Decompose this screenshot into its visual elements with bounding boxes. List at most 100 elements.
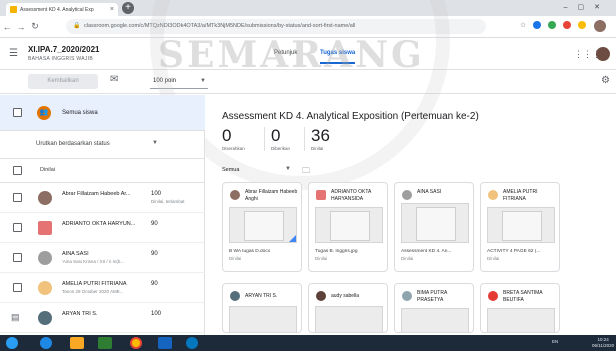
window-controls[interactable]: –▢✕ [564,3,610,11]
points-select[interactable]: 100 poin ▼ [150,74,208,89]
filter-select[interactable]: Semua ▼ 🗀 [222,164,342,178]
submission-card[interactable]: audy sabella [308,283,388,333]
word-icon[interactable] [158,337,172,349]
card-student-name: ADRIANTO OKTA HARYANSIDA [331,189,372,202]
language-indicator[interactable]: EN [552,339,558,344]
all-students-row[interactable]: 👥 Semua siswa [0,95,205,131]
submission-card[interactable]: AINA SASI Assessment KD 4. An... Dinilai [394,182,474,272]
student-status: Dinilai, terlambat [151,199,185,204]
forward-arrow-icon[interactable]: → [14,22,28,32]
student-name: ARYAN TRI S. [62,311,98,317]
file-thumbnail[interactable] [229,207,297,243]
student-row[interactable]: Abrar Fillaizam Habeeb Ar... 100 Dinilai… [0,183,205,213]
sort-dropdown[interactable]: Urutkan berdasarkan status ▼ [0,131,205,159]
submission-card[interactable]: BRETA SANTIMA BEUTIFA [480,283,560,333]
points-value: 100 poin [153,78,177,84]
windows-taskbar: EN 10:24 06/11/2020 [0,335,616,351]
student-avatar [488,190,498,200]
account-avatar[interactable] [596,47,610,61]
extension-icon[interactable] [533,21,542,29]
card-status: Dinilai [401,256,414,261]
close-tab-icon[interactable]: × [110,6,114,13]
docs-icon [289,235,296,242]
classroom-header: ☰ XI.IPA.7_2020/2021 BAHASA INGGRIS WAJI… [0,38,616,70]
file-explorer-icon[interactable] [70,337,84,349]
student-score[interactable]: 90 [151,281,158,287]
submission-card[interactable]: ADRIANTO OKTA HARYANSIDA Tugas B. Inggri… [308,182,388,272]
system-clock[interactable]: 10:24 06/11/2020 [592,337,614,349]
student-checkbox[interactable] [13,283,22,292]
card-student-name: AINA SASI [417,189,442,195]
file-thumbnail[interactable] [401,308,469,332]
file-thumbnail[interactable] [487,207,555,243]
student-checkbox[interactable] [13,193,22,202]
student-name: AINA SASI [62,251,89,257]
tab-student-work[interactable]: Tugas siswa [320,50,356,64]
student-row[interactable]: ▤ ARYAN TRI S. 100 [0,303,205,333]
reload-icon[interactable]: ↻ [28,21,42,32]
chevron-down-icon: ▼ [285,166,291,172]
submission-card[interactable]: Abrar Fillaizam Habeeb Anghi B WA tugas … [222,182,302,272]
gear-icon[interactable]: ⚙ [601,75,610,86]
file-thumbnail[interactable] [229,306,297,332]
student-row[interactable]: AMELIA PUTRI FITRIANA Tanon 29 October 2… [0,273,205,303]
card-file-name: ACTIVITY 4 PAGE 62 (... [487,249,541,254]
card-status: Dinilai [487,256,500,261]
extension-icon[interactable] [578,21,587,29]
section-checkbox[interactable] [13,166,22,175]
section-label: Dinilai [40,167,55,173]
student-row[interactable]: ADRIANTO OKTA HARYUN... 90 [0,213,205,243]
submission-card[interactable]: BIMA PUTRA PRASETYA [394,283,474,333]
file-thumbnail[interactable] [401,203,469,243]
submission-card[interactable]: AMELIA PUTRI FITRIANA ACTIVITY 4 PAGE 62… [480,182,560,272]
lock-icon: 🔒 [73,23,81,29]
browser-tab[interactable]: Assessment KD 4. Analytical Exp × [6,3,118,16]
folder-icon[interactable]: 🗀 [302,165,310,179]
excel-icon[interactable] [98,337,112,349]
browser-icon[interactable] [40,337,52,349]
student-checkbox[interactable] [13,253,22,262]
email-icon[interactable]: ✉ [110,74,118,85]
address-toolbar: ← → ↻ 🔒 classroom.google.com/c/MTQzNDI3O… [0,16,616,38]
new-tab-button[interactable]: + [122,2,134,14]
app-icon[interactable] [186,337,198,349]
return-button[interactable]: Kembalikan [28,74,98,89]
file-thumbnail[interactable] [315,306,383,332]
url-text: classroom.google.com/c/MTQzNDI3ODk4OTA3/… [84,23,356,29]
student-score[interactable]: 100 [151,191,161,197]
file-thumbnail[interactable] [487,308,555,332]
back-arrow-icon[interactable]: ← [0,22,14,32]
chevron-down-icon: ▼ [200,78,206,84]
select-all-checkbox[interactable] [13,108,22,117]
group-icon: 👥 [37,106,51,120]
stat-label: Diserahkan [222,146,245,151]
submission-card[interactable]: ARYAN TRI S. [222,283,302,333]
browser-profile-avatar[interactable] [594,20,606,32]
student-checkbox[interactable] [13,223,22,232]
extension-icon[interactable] [563,21,572,29]
document-icon[interactable]: ▤ [11,312,20,323]
class-name[interactable]: XI.IPA.7_2020/2021 [28,45,99,54]
student-score[interactable]: 90 [151,221,158,227]
classroom-favicon-icon [10,6,17,13]
star-icon[interactable]: ☆ [520,21,526,29]
student-comment: Tanon 29 October 2020 AME... [62,289,124,294]
student-avatar [230,190,240,200]
action-toolbar: Kembalikan ✉ 100 poin ▼ ⚙ [0,70,616,94]
card-status: Dinilai [229,256,242,261]
card-student-name: Abrar Fillaizam Habeeb Anghi [245,189,298,202]
sort-label: Urutkan berdasarkan status [36,141,110,147]
menu-icon[interactable]: ☰ [9,48,18,59]
start-icon[interactable] [6,337,18,349]
extension-icon[interactable] [548,21,557,29]
stat-label: Dinilai [311,146,324,151]
card-file-name: B WA tugas D.docx [229,249,271,254]
card-student-name: audy sabella [331,293,360,299]
student-score[interactable]: 90 [151,251,158,257]
student-row[interactable]: AINA SASI 'Aina Sasi Krisna / XII / ri m… [0,243,205,273]
tab-instructions[interactable]: Petunjuk [274,50,297,56]
file-thumbnail[interactable] [315,207,383,243]
url-input[interactable]: 🔒 classroom.google.com/c/MTQzNDI3ODk4OTA… [66,19,486,34]
chrome-icon[interactable] [130,337,142,349]
student-score[interactable]: 100 [151,311,161,317]
